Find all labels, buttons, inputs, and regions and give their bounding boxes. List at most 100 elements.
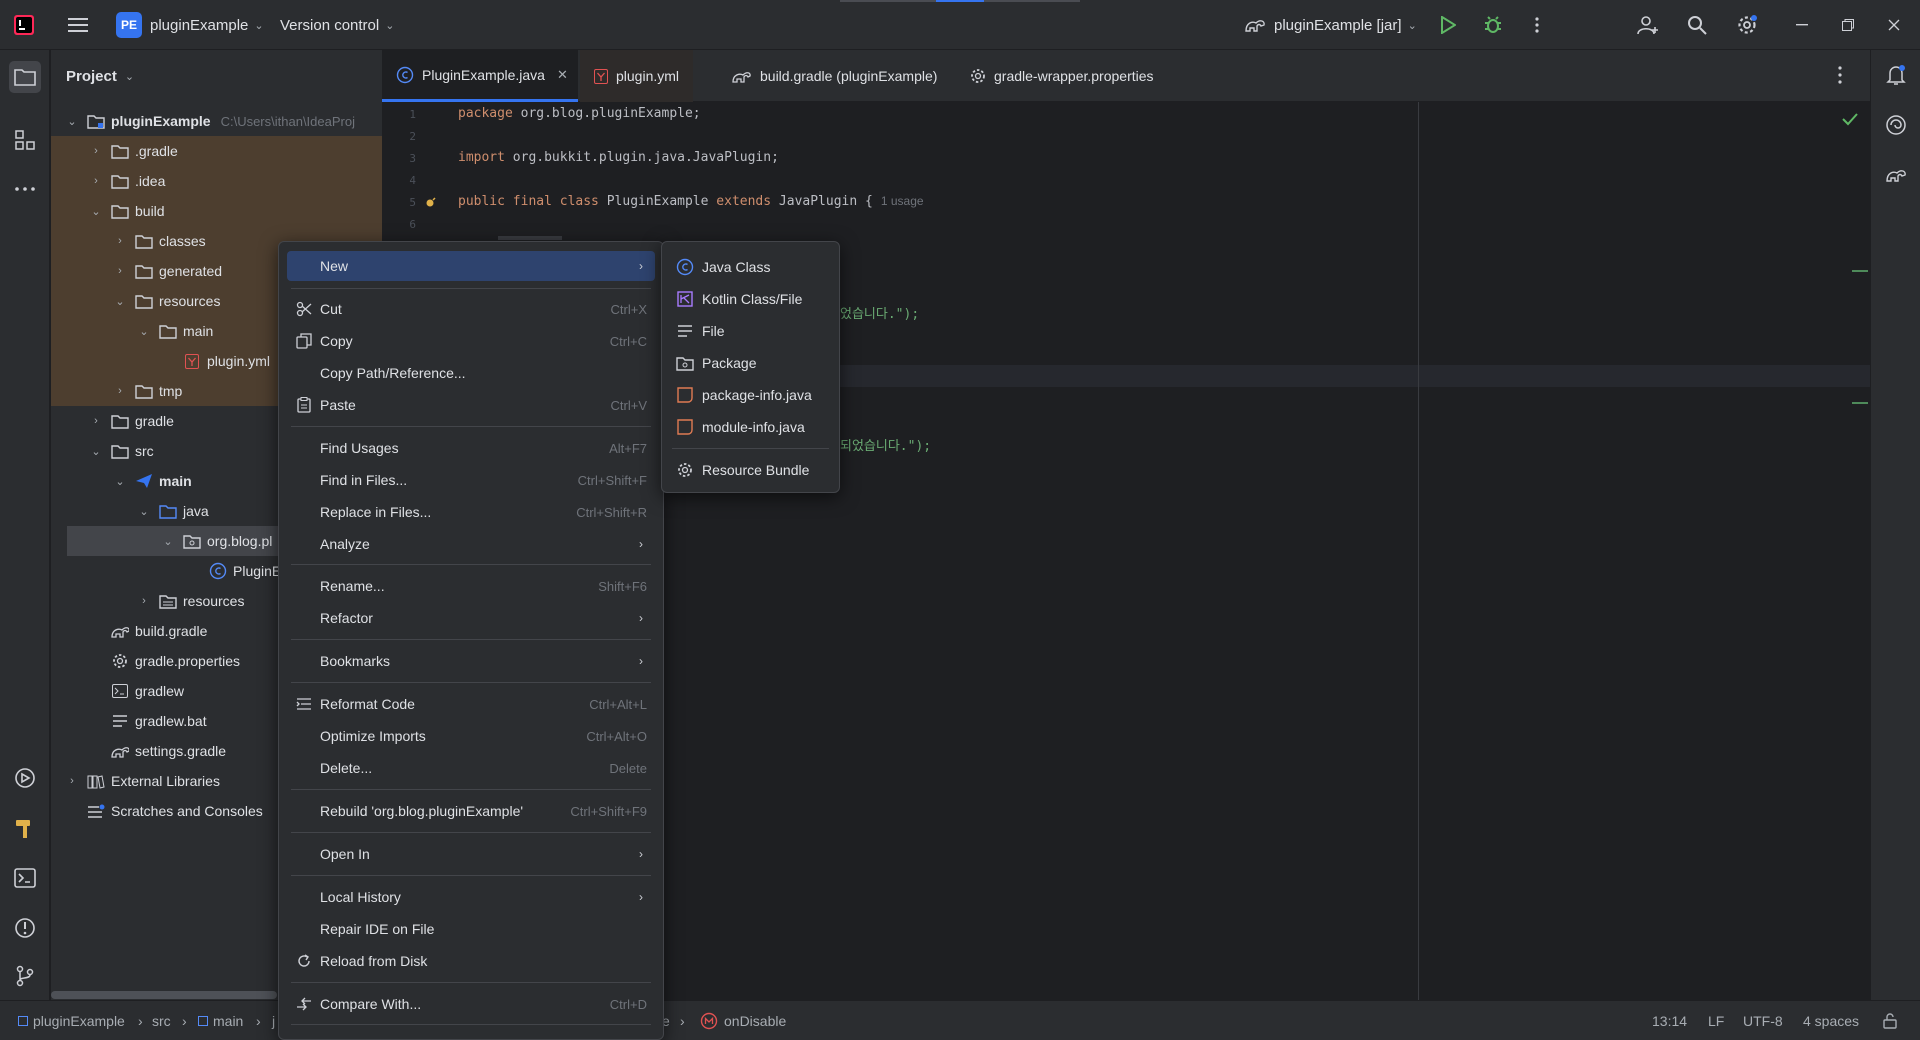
menu-item-open-in[interactable]: Open In › (287, 839, 655, 869)
submenu-arrow-icon: › (639, 611, 643, 625)
folded-region[interactable] (498, 236, 562, 240)
intellij-logo-icon[interactable] (12, 13, 36, 37)
plugin-gutter-icon[interactable] (424, 196, 436, 208)
caret-position[interactable]: 13:14 (1652, 1001, 1687, 1040)
collapsed-arrow-icon[interactable]: › (89, 415, 103, 427)
services-icon[interactable] (9, 762, 41, 794)
minimize-button[interactable] (1779, 0, 1825, 50)
add-user-icon[interactable] (1636, 13, 1660, 37)
vcs-widget[interactable]: Version control ⌄ (280, 0, 394, 50)
menu-item-bookmarks[interactable]: Bookmarks › (287, 646, 655, 676)
menu-item-find-in-files[interactable]: Find in Files... Ctrl+Shift+F (287, 465, 655, 495)
change-marker[interactable] (1852, 270, 1868, 272)
collapsed-arrow-icon[interactable]: › (65, 775, 79, 787)
collapsed-arrow-icon[interactable]: › (137, 595, 151, 607)
menu-item-compare-with[interactable]: Compare With... Ctrl+D (287, 989, 655, 1019)
more-tools-icon[interactable] (9, 173, 41, 205)
submenu-item-resource-bundle[interactable]: Resource Bundle (670, 455, 830, 485)
restore-button[interactable] (1825, 0, 1871, 50)
expanded-arrow-icon[interactable]: ⌄ (113, 475, 127, 488)
menu-item-new[interactable]: New › (287, 251, 655, 281)
tab-plugin-yml[interactable]: plugin.yml (580, 50, 694, 102)
settings-gear-icon[interactable] (1735, 13, 1759, 37)
submenu-item-package-info[interactable]: package-info.java (670, 380, 830, 410)
expanded-arrow-icon[interactable]: ⌄ (89, 205, 103, 218)
expanded-arrow-icon[interactable]: ⌄ (89, 445, 103, 458)
close-window-button[interactable] (1871, 0, 1917, 50)
expanded-arrow-icon[interactable]: ⌄ (161, 535, 175, 548)
collapsed-arrow-icon[interactable]: › (89, 175, 103, 187)
expanded-arrow-icon[interactable]: ⌄ (137, 325, 151, 338)
menu-shortcut: Ctrl+Shift+R (576, 504, 647, 520)
run-icon[interactable] (1436, 13, 1460, 37)
menu-item-delete[interactable]: Delete... Delete (287, 753, 655, 783)
more-actions-icon[interactable] (1525, 13, 1549, 37)
terminal-icon[interactable] (9, 862, 41, 894)
tab-plugin-example-java[interactable]: PluginExample.java ✕ (382, 50, 578, 102)
submenu-item-module-info[interactable]: module-info.java (670, 412, 830, 442)
menu-item-copy-path[interactable]: Copy Path/Reference... (287, 358, 655, 388)
breadcrumb-method[interactable]: onDisable (700, 1001, 786, 1040)
expanded-arrow-icon[interactable]: ⌄ (113, 295, 127, 308)
project-switcher[interactable]: PE pluginExample ⌄ (116, 0, 264, 50)
menu-item-copy[interactable]: Copy Ctrl+C (287, 326, 655, 356)
collapsed-arrow-icon[interactable]: › (113, 385, 127, 397)
project-horizontal-scrollbar[interactable] (51, 991, 277, 999)
run-config-selector[interactable]: pluginExample [jar] ⌄ (1244, 0, 1417, 50)
tree-item-label: resources (159, 293, 221, 309)
menu-item-optimize-imports[interactable]: Optimize Imports Ctrl+Alt+O (287, 721, 655, 751)
tab-build-gradle[interactable]: build.gradle (pluginExample) (718, 50, 951, 102)
problems-icon[interactable] (9, 912, 41, 944)
file-encoding[interactable]: UTF-8 (1743, 1001, 1783, 1040)
collapsed-arrow-icon[interactable]: › (113, 265, 127, 277)
search-icon[interactable] (1685, 13, 1709, 37)
debug-icon[interactable] (1481, 13, 1505, 37)
menu-item-replace-in-files[interactable]: Replace in Files... Ctrl+Shift+R (287, 497, 655, 527)
no-problems-check-icon[interactable] (1842, 112, 1858, 129)
tree-item-idea[interactable]: › .idea (51, 166, 382, 196)
tree-item-root[interactable]: ⌄ pluginExample C:\Users\ithan\IdeaProj (51, 106, 382, 136)
menu-item-reload-from-disk[interactable]: Reload from Disk (287, 946, 655, 976)
submenu-item-kotlin[interactable]: Kotlin Class/File (670, 284, 830, 314)
submenu-item-java-class[interactable]: Java Class (670, 252, 830, 282)
breadcrumb-src[interactable]: src (152, 1001, 171, 1040)
menu-item-repair-ide[interactable]: Repair IDE on File (287, 914, 655, 944)
notifications-bell-icon[interactable] (1880, 59, 1912, 91)
menu-item-analyze[interactable]: Analyze › (287, 529, 655, 559)
gradle-tool-icon[interactable] (1880, 159, 1912, 191)
breadcrumb-project[interactable]: pluginExample (18, 1001, 125, 1040)
menu-item-paste[interactable]: Paste Ctrl+V (287, 390, 655, 420)
ai-assistant-icon[interactable] (1880, 109, 1912, 141)
menu-item-cut[interactable]: Cut Ctrl+X (287, 294, 655, 324)
menu-item-find-usages[interactable]: Find Usages Alt+F7 (287, 433, 655, 463)
tab-gradle-wrapper-properties[interactable]: gradle-wrapper.properties (956, 50, 1168, 102)
structure-icon[interactable] (9, 124, 41, 156)
breadcrumb-partial[interactable]: j (272, 1001, 275, 1040)
indent-settings[interactable]: 4 spaces (1803, 1001, 1859, 1040)
breadcrumb-main[interactable]: main (198, 1001, 243, 1040)
tree-item-build[interactable]: ⌄ build (51, 196, 382, 226)
menu-item-refactor[interactable]: Refactor › (287, 603, 655, 633)
lock-icon[interactable] (1882, 1001, 1898, 1040)
line-separator[interactable]: LF (1708, 1001, 1724, 1040)
menu-item-rebuild[interactable]: Rebuild 'org.blog.pluginExample' Ctrl+Shi… (287, 796, 655, 826)
menu-item-rename[interactable]: Rename... Shift+F6 (287, 571, 655, 601)
submenu-item-package[interactable]: Package (670, 348, 830, 378)
menu-item-local-history[interactable]: Local History › (287, 882, 655, 912)
expanded-arrow-icon[interactable]: ⌄ (137, 505, 151, 518)
expanded-arrow-icon[interactable]: ⌄ (65, 115, 79, 128)
project-panel-header[interactable]: Project ⌄ (51, 50, 382, 102)
main-menu-icon[interactable] (66, 13, 90, 37)
submenu-item-file[interactable]: File (670, 316, 830, 346)
usage-hint[interactable]: 1 usage (881, 194, 924, 208)
project-folder-icon[interactable] (9, 61, 41, 93)
git-branch-icon[interactable] (9, 960, 41, 992)
change-marker[interactable] (1852, 402, 1868, 404)
menu-item-reformat-code[interactable]: Reformat Code Ctrl+Alt+L (287, 689, 655, 719)
collapsed-arrow-icon[interactable]: › (113, 235, 127, 247)
tab-actions-icon[interactable] (1838, 66, 1842, 86)
tree-item-dot-gradle[interactable]: › .gradle (51, 136, 382, 166)
collapsed-arrow-icon[interactable]: › (89, 145, 103, 157)
close-tab-icon[interactable]: ✕ (557, 67, 568, 83)
build-hammer-icon[interactable] (9, 812, 41, 844)
